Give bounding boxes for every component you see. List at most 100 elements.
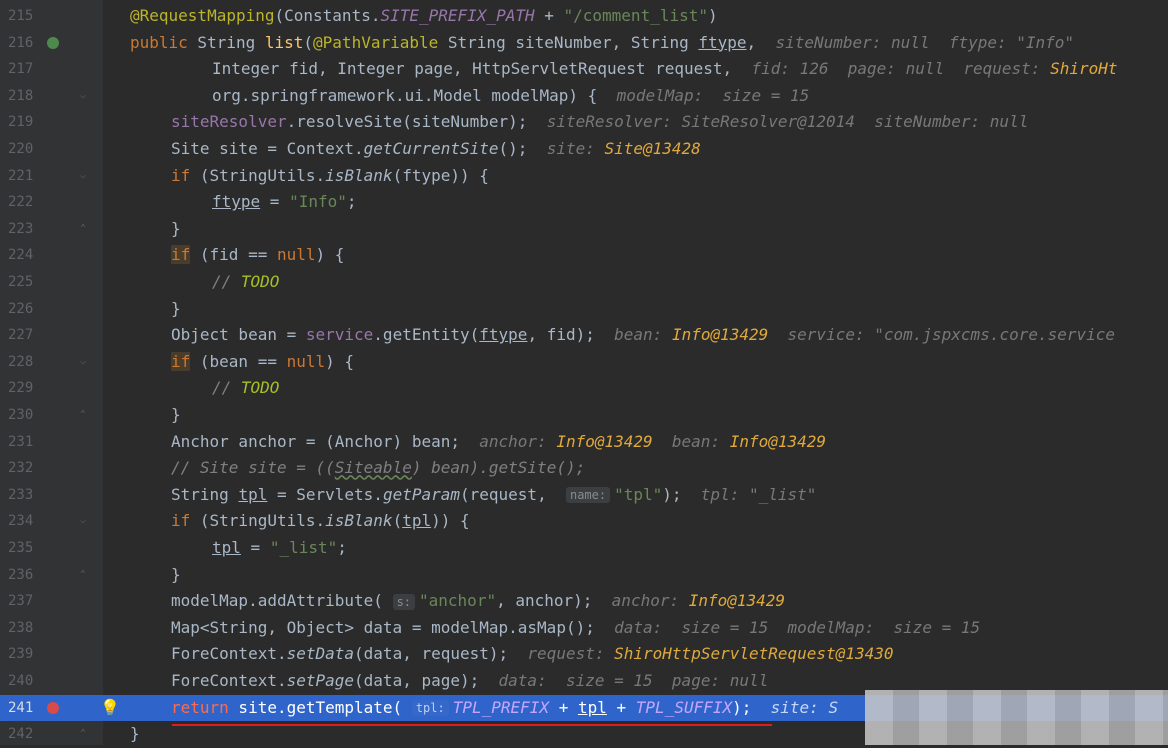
code-line[interactable]: 230 ⌃} xyxy=(0,402,1168,429)
code-text: } xyxy=(171,216,181,243)
debug-inline-value: bean: xyxy=(652,431,730,451)
code-text: return site.getTemplate( tpl: TPL_PREFIX … xyxy=(171,695,838,722)
code-token: TPL_SUFFIX xyxy=(635,697,733,717)
code-token: ) { xyxy=(325,351,355,371)
code-token: ) xyxy=(708,6,718,25)
fold-marker-icon[interactable]: ⌃ xyxy=(76,562,90,589)
override-method-icon[interactable] xyxy=(42,30,64,57)
code-token: (StringUtils. xyxy=(190,511,326,531)
code-text: ftype = "Info"; xyxy=(212,189,357,216)
code-token: String xyxy=(171,484,239,504)
line-number: 226 xyxy=(8,300,34,317)
code-token: )) { xyxy=(431,511,470,531)
fold-marker-icon[interactable]: ⌃ xyxy=(76,721,90,748)
code-token: tpl xyxy=(212,538,241,557)
code-line[interactable]: 236 ⌃} xyxy=(0,562,1168,589)
code-line[interactable]: 221 ⌵ if (StringUtils.isBlank(ftype)) { xyxy=(0,163,1168,190)
code-line[interactable]: 215 @RequestMapping(Constants.SITE_PREFIX… xyxy=(0,3,1168,30)
code-text: modelMap.addAttribute( s: "anchor", ancho… xyxy=(171,588,785,615)
fold-marker-icon[interactable]: ⌵ xyxy=(76,508,90,535)
code-token: ForeContext. xyxy=(171,644,287,664)
line-number: 231 xyxy=(8,433,34,450)
fold-marker-icon[interactable]: ⌃ xyxy=(76,216,90,243)
lightbulb-icon[interactable]: 💡 xyxy=(100,695,120,722)
code-line[interactable]: 232 // Site site = ((Siteable) bean).getS… xyxy=(0,455,1168,482)
code-line[interactable]: 224 if (fid == null) { xyxy=(0,242,1168,269)
code-line[interactable]: 223 ⌃} xyxy=(0,216,1168,243)
line-number: 227 xyxy=(8,327,34,344)
code-text: if (StringUtils.isBlank(ftype)) { xyxy=(171,163,489,190)
code-token: SITE_PREFIX_PATH xyxy=(380,6,535,25)
code-token: } xyxy=(171,564,181,584)
code-editor[interactable]: 215 @RequestMapping(Constants.SITE_PREFIX… xyxy=(0,0,1168,745)
code-token: isBlank xyxy=(325,511,393,531)
code-text: tpl = "_list"; xyxy=(212,535,347,562)
code-text: public String list(@PathVariable String … xyxy=(130,30,1074,57)
line-number: 215 xyxy=(8,8,34,24)
code-token: (); xyxy=(498,139,547,158)
debug-inline-value: anchor: xyxy=(479,431,557,451)
fold-marker-icon[interactable]: ⌵ xyxy=(76,83,90,110)
fold-marker-icon[interactable]: ⌵ xyxy=(76,163,90,190)
code-token: if xyxy=(171,511,191,531)
code-line[interactable]: 229 // TODO xyxy=(0,375,1168,402)
code-token: ( xyxy=(392,511,403,531)
debug-inline-value: fid: 126 page: null request: xyxy=(751,59,1051,79)
code-text: Integer fid, Integer page, HttpServletRe… xyxy=(212,56,1118,83)
code-token: } xyxy=(130,724,140,744)
code-token: "/comment_list" xyxy=(563,6,709,25)
code-text: } xyxy=(130,721,140,748)
code-token: isBlank xyxy=(325,165,393,185)
fold-marker-icon[interactable]: ⌵ xyxy=(76,349,90,376)
debug-inline-value: bean: xyxy=(614,325,672,345)
code-token: tpl xyxy=(238,484,268,504)
code-line[interactable]: 228 ⌵ if (bean == null) { xyxy=(0,349,1168,376)
code-token: + xyxy=(606,697,636,717)
code-token: TPL_PREFIX xyxy=(452,697,550,717)
breakpoint-icon[interactable] xyxy=(42,695,64,722)
code-token: tpl xyxy=(577,697,607,717)
code-text: Map<String, Object> data = modelMap.asMa… xyxy=(171,615,980,642)
code-line[interactable]: 220 Site site = Context.getCurrentSite();… xyxy=(0,136,1168,163)
code-line[interactable]: 226} xyxy=(0,296,1168,323)
code-token: = xyxy=(240,538,270,557)
debug-inline-value: Info@13429 xyxy=(688,591,786,611)
code-line[interactable]: 217 Integer fid, Integer page, HttpServle… xyxy=(0,56,1168,83)
code-line[interactable]: 231 Anchor anchor = (Anchor) bean; anchor… xyxy=(0,429,1168,456)
line-number: 228 xyxy=(8,353,34,370)
code-line[interactable]: 216 public String list(@PathVariable Stri… xyxy=(0,30,1168,57)
code-token: "anchor" xyxy=(419,591,497,611)
line-number: 240 xyxy=(8,673,34,689)
line-number: 242 xyxy=(8,726,34,743)
code-token: (data, request); xyxy=(354,644,528,664)
code-token: ; xyxy=(346,192,357,212)
debug-inline-value: Site@13428 xyxy=(604,139,701,158)
code-token: .resolveSite(siteNumber); xyxy=(286,112,547,132)
code-line[interactable]: 234 ⌵ if (StringUtils.isBlank(tpl)) { xyxy=(0,508,1168,535)
code-token: if xyxy=(171,245,191,265)
code-text: Site site = Context.getCurrentSite(); si… xyxy=(171,136,701,163)
line-number: 223 xyxy=(8,220,34,237)
code-token: (fid == xyxy=(190,245,277,265)
line-number: 236 xyxy=(8,566,34,583)
code-token: ) bean).getSite(); xyxy=(411,458,586,478)
code-token: Anchor anchor = (Anchor) bean; xyxy=(171,431,480,451)
code-text: } xyxy=(171,402,181,429)
code-text: // TODO xyxy=(212,375,279,402)
code-line[interactable]: 235 tpl = "_list"; xyxy=(0,535,1168,562)
code-token: "Info" xyxy=(289,192,347,212)
code-line[interactable]: 225 // TODO xyxy=(0,269,1168,296)
code-line[interactable]: 219 siteResolver.resolveSite(siteNumber);… xyxy=(0,109,1168,136)
code-line[interactable]: 238 Map<String, Object> data = modelMap.a… xyxy=(0,615,1168,642)
fold-marker-icon[interactable]: ⌃ xyxy=(76,402,90,429)
debug-inline-value: site: S xyxy=(770,697,839,717)
code-line[interactable]: 218 ⌵ org.springframework.ui.Model modelMa… xyxy=(0,83,1168,110)
code-token: org.springframework.ui.Model modelMap) { xyxy=(212,85,617,105)
code-line[interactable]: 233 String tpl = Servlets.getParam(reques… xyxy=(0,482,1168,509)
code-text: Anchor anchor = (Anchor) bean; anchor: I… xyxy=(171,429,826,456)
code-line[interactable]: 227 Object bean = service.getEntity(ftype… xyxy=(0,322,1168,349)
code-line[interactable]: 222 ftype = "Info"; xyxy=(0,189,1168,216)
code-line[interactable]: 239 ForeContext.setData(data, request); r… xyxy=(0,641,1168,668)
code-line[interactable]: 237 modelMap.addAttribute( s: "anchor", an… xyxy=(0,588,1168,615)
code-token: = Servlets. xyxy=(267,484,383,504)
